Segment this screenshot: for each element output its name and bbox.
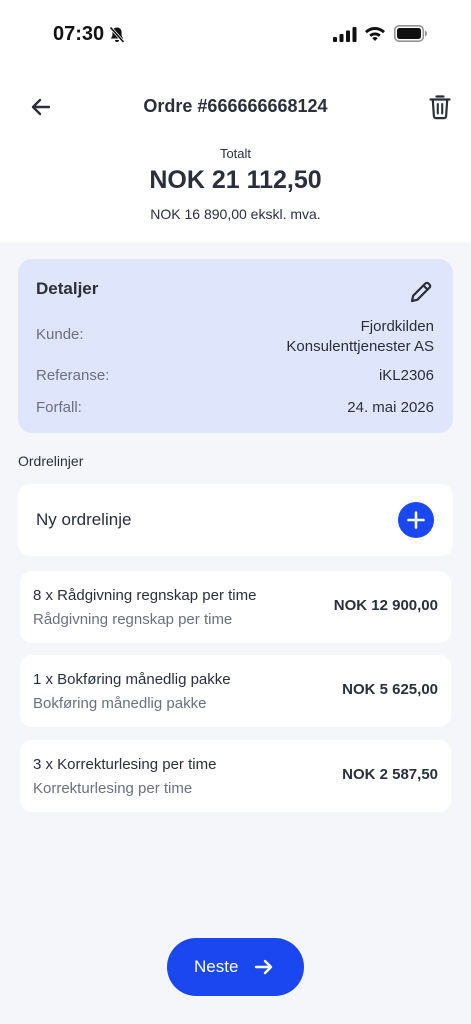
trash-icon (429, 95, 451, 120)
order-line-title: 1 x Bokføring månedlig pakke (33, 671, 231, 688)
bell-slash-icon (109, 26, 125, 49)
new-order-line-row[interactable]: Ny ordrelinje (18, 484, 453, 556)
order-line-amount: NOK 2 587,50 (342, 766, 438, 783)
next-button[interactable]: Neste (167, 938, 304, 996)
arrow-right-icon (254, 959, 273, 975)
add-order-line-button[interactable] (398, 502, 434, 538)
pencil-icon (410, 281, 432, 303)
order-line-subtitle: Korrekturlesing per time (33, 780, 193, 797)
order-line-title: 3 x Korrekturlesing per time (33, 756, 217, 773)
total-amount: NOK 21 112,50 (149, 166, 322, 194)
total-excl-vat: NOK 16 890,00 ekskl. mva. (150, 206, 321, 222)
cellular-signal-icon (333, 26, 357, 47)
plus-icon (407, 511, 425, 529)
order-lines-heading: Ordrelinjer (18, 453, 84, 469)
order-line-item[interactable]: 3 x Korrekturlesing per time Korrekturle… (20, 740, 451, 812)
status-bar: 07:30 (0, 0, 471, 70)
due-date-label: Forfall: (36, 399, 82, 416)
total-label: Totalt (219, 146, 252, 161)
order-line-subtitle: Bokføring månedlig pakke (33, 695, 207, 712)
status-time: 07:30 (53, 23, 105, 45)
next-button-label: Neste (194, 957, 239, 976)
details-title: Detaljer (36, 279, 99, 298)
order-line-title: 8 x Rådgivning regnskap per time (33, 587, 257, 604)
order-line-item[interactable]: 1 x Bokføring månedlig pakke Bokføring m… (20, 655, 451, 727)
new-order-line-label: Ny ordrelinje (36, 510, 132, 529)
customer-value: Fjordkilden Konsulenttjenester AS (286, 317, 434, 357)
customer-name-line1: Fjordkilden (360, 318, 434, 335)
order-line-item[interactable]: 8 x Rådgivning regnskap per time Rådgivn… (20, 571, 451, 643)
due-date-value: 24. mai 2026 (347, 399, 434, 416)
order-line-subtitle: Rådgivning regnskap per time (33, 611, 233, 628)
edit-details-button[interactable] (408, 279, 434, 305)
header-area: 07:30 Ordre #666666668124 Totalt NOK 21 … (0, 0, 471, 242)
battery-icon (394, 25, 428, 47)
reference-value: iKL2306 (378, 367, 434, 384)
details-card: Detaljer Kunde: Fjordkilden Konsulenttje… (18, 259, 453, 433)
wifi-icon (364, 24, 386, 47)
reference-label: Referanse: (36, 367, 110, 384)
order-line-amount: NOK 5 625,00 (342, 681, 438, 698)
delete-button[interactable] (428, 94, 452, 120)
order-line-amount: NOK 12 900,00 (333, 597, 438, 614)
customer-name-line2: Konsulenttjenester AS (286, 338, 434, 355)
customer-label: Kunde: (36, 326, 84, 343)
page-title: Ordre #666666668124 (143, 96, 328, 116)
